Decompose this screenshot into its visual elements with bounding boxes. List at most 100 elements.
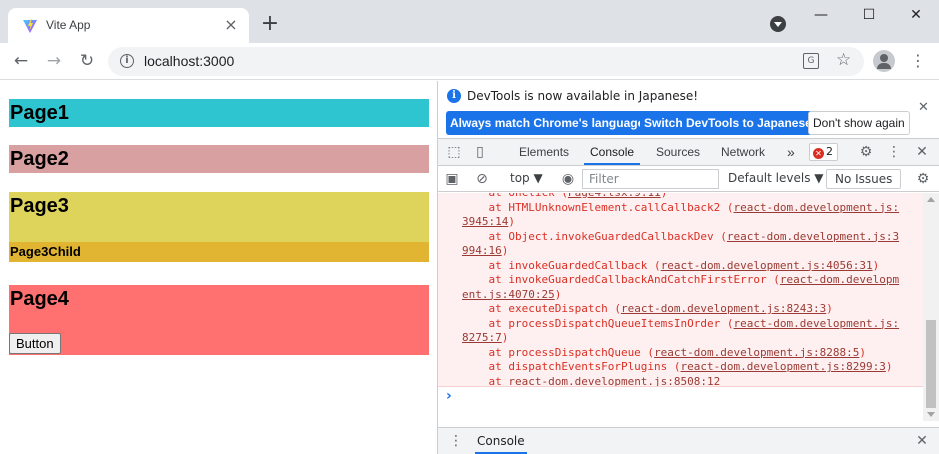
issues-button[interactable]: No Issues <box>826 169 902 189</box>
log-text: ) <box>508 215 515 228</box>
back-arrow-icon[interactable]: ← <box>9 49 33 73</box>
infobar-close-icon[interactable]: ✕ <box>918 100 929 115</box>
tab-sources[interactable]: Sources <box>656 139 700 165</box>
drawer-close-icon[interactable]: ✕ <box>914 433 930 449</box>
log-line: at HTMLUnknownElement.callCallback2 (rea… <box>462 201 899 216</box>
source-link[interactable]: 8275:7 <box>462 331 502 344</box>
scroll-up-icon[interactable] <box>927 197 935 202</box>
forward-arrow-icon[interactable]: → <box>42 49 66 73</box>
drawer-menu-icon[interactable]: ⋮ <box>448 433 464 449</box>
source-link[interactable]: react-dom.developm <box>780 273 899 286</box>
dont-show-again-button[interactable]: Don't show again <box>808 111 910 135</box>
tab-search-icon[interactable] <box>770 16 786 32</box>
error-count-badge[interactable]: ✕ 2 <box>809 143 838 161</box>
log-line: at invokeGuardedCallback (react-dom.deve… <box>462 259 879 274</box>
minimize-button[interactable]: — <box>798 0 844 32</box>
info-icon: i <box>447 89 461 103</box>
tab-elements[interactable]: Elements <box>519 139 569 165</box>
devtools-menu-icon[interactable]: ⋮ <box>886 144 902 160</box>
log-line: at onClick (Page4.tsx:9:11) <box>462 193 667 201</box>
new-tab-button[interactable]: + <box>258 13 282 37</box>
log-text: ) <box>661 193 668 199</box>
reload-icon[interactable]: ↻ <box>75 49 99 73</box>
source-link[interactable]: react-dom.development.js:8508:12 <box>508 375 720 387</box>
source-link[interactable]: ent.js:4070:25 <box>462 288 555 301</box>
source-link[interactable]: react-dom.development.js: <box>734 201 900 214</box>
page3-heading: Page3 <box>10 195 69 217</box>
log-text: at onClick ( <box>462 193 567 199</box>
log-levels-dropdown[interactable]: Default levels ▼ <box>728 171 824 185</box>
browser-tab[interactable]: Vite App × <box>8 8 249 43</box>
language-infobar: i DevTools is now available in Japanese!… <box>438 81 939 139</box>
log-line: ent.js:4070:25) <box>462 288 561 303</box>
log-text: at dispatchEventsForPlugins ( <box>462 360 681 373</box>
vite-logo-icon <box>23 19 37 33</box>
sidebar-toggle-icon[interactable]: ▣ <box>444 171 460 187</box>
devtools-panel: i DevTools is now available in Japanese!… <box>437 81 939 454</box>
chrome-menu-icon[interactable]: ⋮ <box>910 50 926 72</box>
context-selector[interactable]: top ▼ <box>510 171 543 185</box>
tab-console[interactable]: Console <box>584 139 641 165</box>
source-link[interactable]: react-dom.development.js:8243:3 <box>621 302 826 315</box>
source-link[interactable]: react-dom.development.js:3 <box>727 230 899 243</box>
url-text[interactable]: localhost:3000 <box>144 53 234 69</box>
source-link[interactable]: react-dom.development.js: <box>734 317 900 330</box>
console-prompt-icon[interactable]: › <box>446 388 452 404</box>
page4-heading: Page4 <box>10 288 69 310</box>
browser-toolbar: ← → ↻ i localhost:3000 G ☆ ⋮ <box>0 43 939 80</box>
page-viewport: Page1 Page2 Page3 Page3Child Page4 Butto… <box>0 81 437 454</box>
translate-icon[interactable]: G <box>803 53 819 69</box>
source-link[interactable]: react-dom.development.js:8299:3 <box>681 360 886 373</box>
scroll-down-icon[interactable] <box>927 412 935 417</box>
log-text: at invokeGuardedCallbackAndCatchFirstErr… <box>462 273 780 286</box>
source-link[interactable]: 994:16 <box>462 244 502 257</box>
console-toolbar: ▣ ⊘ top ▼ ◉ Filter Default levels ▼ No I… <box>438 167 939 192</box>
settings-gear-icon[interactable]: ⚙ <box>858 144 874 160</box>
log-line: 3945:14) <box>462 215 515 230</box>
source-link[interactable]: Page4.tsx:9:11 <box>568 193 661 199</box>
log-text: ) <box>554 287 562 301</box>
device-toolbar-icon[interactable]: ▯ <box>472 144 488 160</box>
page4-button[interactable]: Button <box>9 333 61 354</box>
page1-heading: Page1 <box>10 102 69 124</box>
source-link[interactable]: 3945:14 <box>462 215 508 228</box>
site-info-icon[interactable]: i <box>120 54 134 68</box>
window-close-button[interactable]: ✕ <box>893 0 939 32</box>
console-scrollbar[interactable] <box>923 193 939 421</box>
source-link[interactable]: react-dom.development.js:4056:31 <box>661 259 873 272</box>
inspect-element-icon[interactable]: ⬚ <box>446 144 462 160</box>
log-line: at invokeGuardedCallbackAndCatchFirstErr… <box>462 273 899 288</box>
console-filter-input[interactable]: Filter <box>582 169 719 189</box>
log-text: ) <box>826 302 833 315</box>
log-text: at Object.invokeGuardedCallbackDev ( <box>462 229 727 243</box>
infobar-message: DevTools is now available in Japanese! <box>467 89 699 103</box>
address-bar[interactable]: i localhost:3000 G ☆ <box>108 47 864 76</box>
bookmark-star-icon[interactable]: ☆ <box>836 50 851 70</box>
tab-network[interactable]: Network <box>721 139 765 165</box>
log-line: at processDispatchQueueItemsInOrder (rea… <box>462 317 899 332</box>
always-match-language-button[interactable]: Always match Chrome's language <box>446 111 649 135</box>
error-icon: ✕ <box>813 148 824 159</box>
maximize-button[interactable]: ☐ <box>846 0 892 32</box>
log-text: ) <box>501 331 509 344</box>
drawer-tab-console[interactable]: Console <box>475 428 527 454</box>
console-settings-icon[interactable]: ⚙ <box>915 171 931 187</box>
devtools-drawer: ⋮ Console ✕ <box>438 427 939 454</box>
live-expression-eye-icon[interactable]: ◉ <box>560 171 576 187</box>
more-tabs-icon[interactable]: » <box>787 139 795 165</box>
devtools-close-icon[interactable]: ✕ <box>914 144 930 160</box>
tab-close-icon[interactable]: × <box>221 15 241 35</box>
log-text: at processDispatchQueue ( <box>462 345 655 359</box>
scroll-thumb[interactable] <box>926 320 936 408</box>
source-link[interactable]: react-dom.development.js:8288:5 <box>654 346 859 359</box>
page2-block: Page2 <box>9 145 429 173</box>
log-line: at react-dom.development.js:8508:12 <box>462 375 720 387</box>
page1-block: Page1 <box>9 99 429 127</box>
log-line: at dispatchEventsForPlugins (react-dom.d… <box>462 360 892 375</box>
log-line: 8275:7) <box>462 331 508 346</box>
clear-console-icon[interactable]: ⊘ <box>474 171 490 187</box>
page3-child: Page3Child <box>9 242 429 262</box>
page3-block: Page3 Page3Child <box>9 192 429 262</box>
switch-to-japanese-button[interactable]: Switch DevTools to Japanese <box>640 111 816 135</box>
profile-avatar-icon[interactable] <box>873 50 895 72</box>
